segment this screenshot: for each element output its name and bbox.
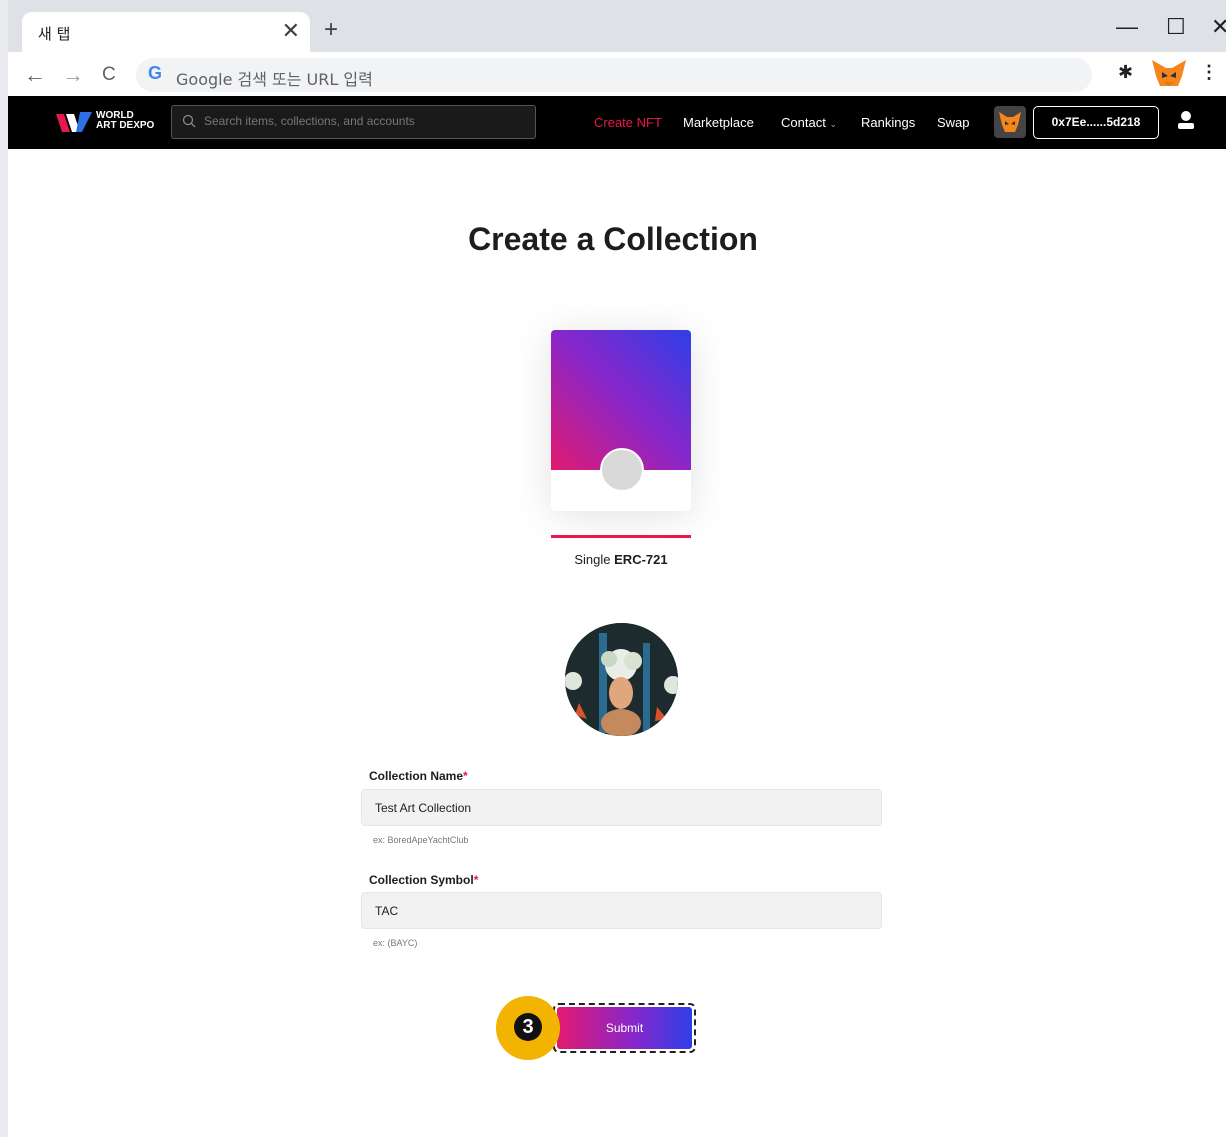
minimize-button[interactable]: — <box>1116 14 1138 40</box>
site-navbar: WORLD ART DEXPO Create NFT Marketplace C… <box>8 96 1226 149</box>
collection-avatar[interactable] <box>565 623 678 736</box>
collection-symbol-hint: ex: (BAYC) <box>373 938 418 948</box>
wallet-address-button[interactable]: 0x7Ee......5d218 <box>1033 106 1159 139</box>
world-art-dexpo-logo[interactable] <box>56 110 92 134</box>
browser-tab[interactable]: 새 탭 ✕ <box>22 12 310 52</box>
collection-symbol-input[interactable] <box>362 893 881 928</box>
logo-text: WORLD ART DEXPO <box>96 110 155 131</box>
chevron-down-icon: ⌄ <box>829 119 837 129</box>
step-badge: 3 <box>496 996 560 1060</box>
address-placeholder: Google 검색 또는 URL 입력 <box>176 70 373 89</box>
new-tab-button[interactable]: + <box>324 16 338 44</box>
submit-button[interactable]: Submit <box>557 1007 692 1049</box>
address-bar[interactable]: G Google 검색 또는 URL 입력 <box>136 58 1092 92</box>
step-number: 3 <box>514 1013 542 1041</box>
card-selected-indicator <box>551 535 691 538</box>
maximize-button[interactable]: ☐ <box>1166 14 1186 40</box>
metamask-button[interactable] <box>994 106 1026 138</box>
search-input[interactable] <box>204 114 524 128</box>
collection-symbol-field[interactable] <box>361 892 882 929</box>
browser-chrome: 새 탭 ✕ + — ☐ ✕ ← → C G Google 검색 또는 URL 입… <box>8 0 1226 96</box>
back-button[interactable]: ← <box>24 62 46 88</box>
collection-name-label: Collection Name* <box>369 769 468 783</box>
nav-rankings[interactable]: Rankings <box>861 115 915 130</box>
user-icon[interactable] <box>1176 110 1196 132</box>
metamask-fox-icon <box>999 112 1021 132</box>
collection-name-field[interactable] <box>361 789 882 826</box>
tab-close-icon[interactable]: ✕ <box>282 18 300 44</box>
browser-menu-icon[interactable]: ⋮ <box>1200 62 1218 83</box>
nav-swap[interactable]: Swap <box>937 115 970 130</box>
collection-avatar-image <box>565 623 678 736</box>
google-icon: G <box>148 63 163 83</box>
forward-button[interactable]: → <box>62 62 84 88</box>
nav-contact[interactable]: Contact ⌄ <box>781 115 837 130</box>
site-search[interactable] <box>171 105 536 139</box>
extensions-icon[interactable]: ✱ <box>1118 62 1133 83</box>
card-label: Single ERC-721 <box>574 552 668 567</box>
reload-button[interactable]: C <box>102 64 116 86</box>
close-window-button[interactable]: ✕ <box>1211 14 1226 40</box>
browser-toolbar: ← → C G Google 검색 또는 URL 입력 ✱ ⋮ <box>8 52 1226 96</box>
page-title: Create a Collection <box>468 221 758 257</box>
page-content: Create a Collection Single ERC-721 Colle… <box>8 149 1226 1137</box>
card-avatar-placeholder <box>600 448 644 492</box>
collection-symbol-label: Collection Symbol* <box>369 873 479 887</box>
collection-name-input[interactable] <box>362 790 881 825</box>
collection-name-hint: ex: BoredApeYachtClub <box>373 835 469 845</box>
nav-marketplace[interactable]: Marketplace <box>683 115 754 130</box>
tab-title: 새 탭 <box>38 25 71 43</box>
search-icon <box>182 114 196 128</box>
metamask-extension-icon[interactable] <box>1150 58 1188 88</box>
erc721-card[interactable] <box>551 330 691 511</box>
nav-create-nft[interactable]: Create NFT <box>594 115 662 130</box>
